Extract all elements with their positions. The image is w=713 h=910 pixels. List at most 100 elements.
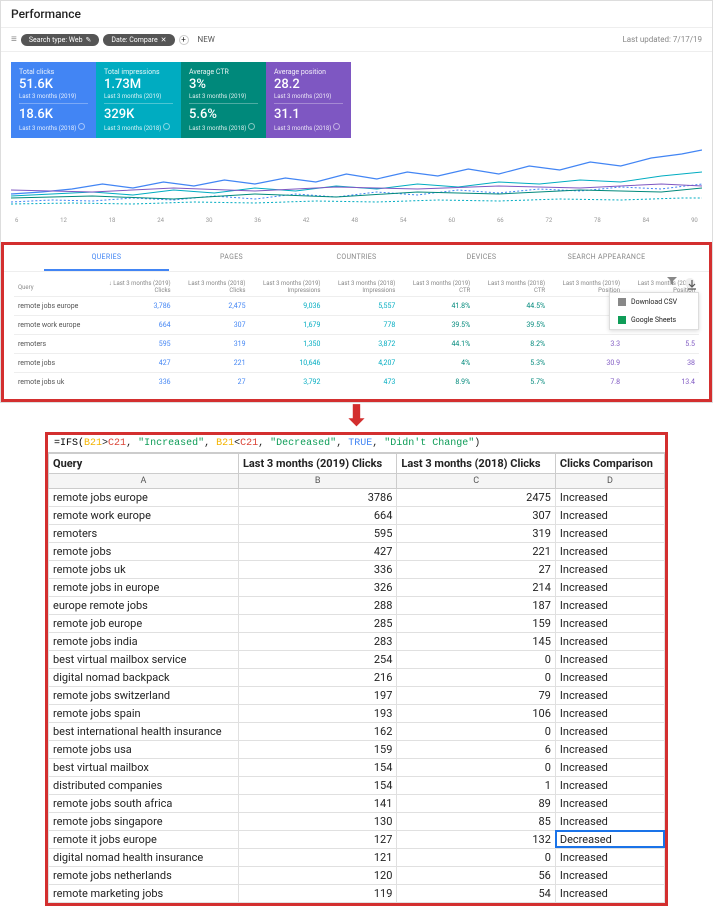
info-icon[interactable] xyxy=(78,123,85,130)
filter-icon[interactable] xyxy=(667,276,677,289)
sheet-cell[interactable]: Increased xyxy=(555,776,664,794)
sheet-cell[interactable]: Increased xyxy=(555,848,664,866)
sheet-cell[interactable]: 0 xyxy=(397,722,555,740)
info-icon[interactable] xyxy=(248,123,255,130)
sheet-cell[interactable]: remote job europe xyxy=(49,614,239,632)
sheet-cell[interactable]: 0 xyxy=(397,650,555,668)
sheet-cell[interactable]: digital nomad backpack xyxy=(49,668,239,686)
sheet-cell[interactable]: remote jobs usa xyxy=(49,740,239,758)
sheet-cell[interactable]: 285 xyxy=(238,614,396,632)
col-header-d[interactable]: D xyxy=(555,473,664,488)
trend-chart[interactable]: 61218243036424854606672788490 xyxy=(11,144,702,234)
sheet-cell[interactable]: Increased xyxy=(555,560,664,578)
table-row[interactable]: remote jobs uk336273,7924738.9%5.7%7.813… xyxy=(14,373,699,392)
sheet-cell[interactable]: remote jobs spain xyxy=(49,704,239,722)
sheet-cell[interactable]: remote jobs south africa xyxy=(49,794,239,812)
info-icon[interactable] xyxy=(333,123,340,130)
sheet-cell[interactable]: 0 xyxy=(397,848,555,866)
sheet-row[interactable]: remote it jobs europe127132Decreased xyxy=(49,830,665,848)
sheet-cell[interactable]: Decreased xyxy=(555,830,664,848)
sheet-row[interactable]: best international health insurance1620I… xyxy=(49,722,665,740)
sheet-cell[interactable]: 336 xyxy=(238,560,396,578)
sheet-cell[interactable]: remote jobs switzerland xyxy=(49,686,239,704)
sheet-cell[interactable]: 221 xyxy=(397,542,555,560)
header-clicks-2019[interactable]: Last 3 months (2019) Clicks xyxy=(238,453,396,473)
card-position[interactable]: Average position 28.2 Last 3 months (201… xyxy=(266,62,351,138)
sheet-cell[interactable]: 664 xyxy=(238,506,396,524)
sheet-cell[interactable]: Increased xyxy=(555,632,664,650)
sheet-cell[interactable]: Increased xyxy=(555,740,664,758)
cell-query[interactable]: remote jobs xyxy=(14,354,95,373)
sheet-cell[interactable]: 6 xyxy=(397,740,555,758)
sheet-cell[interactable]: 283 xyxy=(238,632,396,650)
sheet-row[interactable]: remote jobs usa1596Increased xyxy=(49,740,665,758)
sheet-cell[interactable]: 326 xyxy=(238,578,396,596)
sheet-cell[interactable]: 3786 xyxy=(238,488,396,506)
sheet-cell[interactable]: Increased xyxy=(555,812,664,830)
spreadsheet[interactable]: A B C D Query Last 3 months (2019) Click… xyxy=(48,453,665,903)
table-row[interactable]: remote jobs europe3,7862,4759,0365,55741… xyxy=(14,297,699,316)
sheet-cell[interactable]: 79 xyxy=(397,686,555,704)
sheet-cell[interactable]: 27 xyxy=(397,560,555,578)
sheet-row[interactable]: remote jobs uk33627Increased xyxy=(49,560,665,578)
tab-search-appearance[interactable]: SEARCH APPEARANCE xyxy=(544,245,669,271)
sheet-row[interactable]: digital nomad health insurance1210Increa… xyxy=(49,848,665,866)
sheet-cell[interactable]: 54 xyxy=(397,884,555,902)
sheet-cell[interactable]: 307 xyxy=(397,506,555,524)
sheet-cell[interactable]: remote jobs singapore xyxy=(49,812,239,830)
cell-query[interactable]: remote work europe xyxy=(14,316,95,335)
sheet-cell[interactable]: distributed companies xyxy=(49,776,239,794)
sheet-cell[interactable]: remote jobs xyxy=(49,542,239,560)
header-clicks-2018[interactable]: Last 3 months (2018) Clicks xyxy=(397,453,555,473)
sheet-cell[interactable]: 214 xyxy=(397,578,555,596)
sheet-cell[interactable]: 288 xyxy=(238,596,396,614)
header-query[interactable]: Query xyxy=(49,453,239,473)
col-impr-2019[interactable]: Last 3 months (2019)Impressions xyxy=(250,276,325,297)
sheet-row[interactable]: remote jobs south africa14189Increased xyxy=(49,794,665,812)
card-impressions[interactable]: Total impressions 1.73M Last 3 months (2… xyxy=(96,62,181,138)
sheet-row[interactable]: europe remote jobs288187Increased xyxy=(49,596,665,614)
sheet-row[interactable]: remote jobs netherlands12056Increased xyxy=(49,866,665,884)
sheet-cell[interactable]: 130 xyxy=(238,812,396,830)
sheet-cell[interactable]: Increased xyxy=(555,884,664,902)
sheet-cell[interactable]: remote jobs netherlands xyxy=(49,866,239,884)
close-icon[interactable]: ✕ xyxy=(161,36,167,44)
sheet-row[interactable]: remote jobs india283145Increased xyxy=(49,632,665,650)
col-impr-2018[interactable]: Last 3 months (2018)Impressions xyxy=(324,276,399,297)
card-clicks[interactable]: Total clicks 51.6K Last 3 months (2019) … xyxy=(11,62,96,138)
sheet-cell[interactable]: 2475 xyxy=(397,488,555,506)
sheet-cell[interactable]: remote it jobs europe xyxy=(49,830,239,848)
menu-icon[interactable]: ≡ xyxy=(11,34,17,45)
sheet-cell[interactable]: 159 xyxy=(397,614,555,632)
sheet-cell[interactable]: remote jobs india xyxy=(49,632,239,650)
sheet-cell[interactable]: remote marketing jobs xyxy=(49,884,239,902)
sheet-cell[interactable]: Increased xyxy=(555,668,664,686)
sheet-cell[interactable]: digital nomad health insurance xyxy=(49,848,239,866)
sheet-row[interactable]: remote jobs in europe326214Increased xyxy=(49,578,665,596)
sheet-cell[interactable]: 159 xyxy=(238,740,396,758)
sheet-row[interactable]: digital nomad backpack2160Increased xyxy=(49,668,665,686)
tab-countries[interactable]: COUNTRIES xyxy=(294,245,419,271)
sheet-cell[interactable]: 0 xyxy=(397,758,555,776)
sheet-cell[interactable]: 254 xyxy=(238,650,396,668)
sheet-row[interactable]: best virtual mailbox service2540Increase… xyxy=(49,650,665,668)
sheet-row[interactable]: remote jobs spain193106Increased xyxy=(49,704,665,722)
sheet-cell[interactable]: 154 xyxy=(238,758,396,776)
formula-bar[interactable]: =IFS(B21>C21, "Increased", B21<C21, "Dec… xyxy=(48,435,665,453)
col-query[interactable]: Query xyxy=(14,276,95,297)
sheet-cell[interactable]: 319 xyxy=(397,524,555,542)
cell-query[interactable]: remote jobs europe xyxy=(14,297,95,316)
sheet-cell[interactable]: Increased xyxy=(555,542,664,560)
sheet-row[interactable]: remote jobs427221Increased xyxy=(49,542,665,560)
sheet-cell[interactable]: best international health insurance xyxy=(49,722,239,740)
sheet-cell[interactable]: 127 xyxy=(238,830,396,848)
export-sheets[interactable]: Google Sheets xyxy=(610,311,698,329)
sheet-row[interactable]: remote marketing jobs11954Increased xyxy=(49,884,665,902)
cell-query[interactable]: remoters xyxy=(14,335,95,354)
sheet-cell[interactable]: 595 xyxy=(238,524,396,542)
sheet-cell[interactable]: best virtual mailbox xyxy=(49,758,239,776)
sheet-cell[interactable]: 0 xyxy=(397,668,555,686)
col-clicks-2019[interactable]: ↓ Last 3 months (2019)Clicks xyxy=(95,276,175,297)
table-row[interactable]: remoters5953191,3503,87244.1%8.2%3.35.5 xyxy=(14,335,699,354)
table-row[interactable]: remote jobs42722110,6464,2074%5.3%30.938 xyxy=(14,354,699,373)
